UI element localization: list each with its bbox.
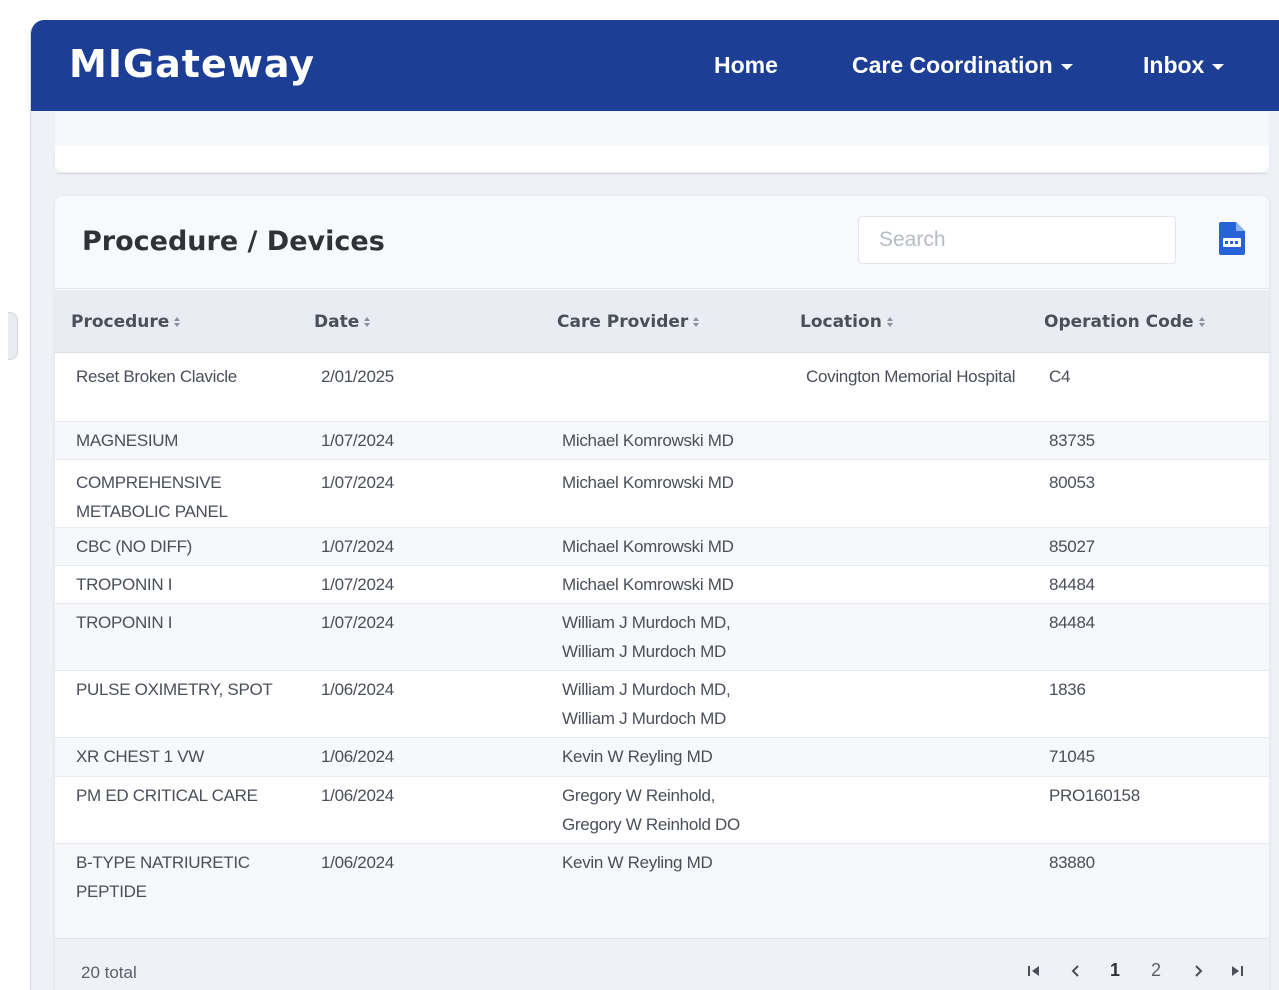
cell-code: 84484 (1049, 613, 1095, 632)
column-header-operation-code[interactable]: Operation Code (1044, 312, 1205, 332)
column-header-care-provider[interactable]: Care Provider (557, 312, 700, 332)
column-header-procedure[interactable]: Procedure (71, 312, 181, 332)
table-row[interactable]: PULSE OXIMETRY, SPOT 1/06/2024 William J… (55, 671, 1269, 738)
column-header-location[interactable]: Location (800, 312, 893, 332)
column-header-label: Operation Code (1044, 312, 1194, 332)
cell-provider: Michael Komrowski MD (562, 575, 734, 594)
page-1-button[interactable]: 1 (1110, 960, 1120, 981)
table-row[interactable]: MAGNESIUM 1/07/2024 Michael Komrowski MD… (55, 422, 1269, 460)
column-header-label: Date (314, 312, 360, 332)
cell-provider: William J Murdoch MD, William J Murdoch … (562, 680, 731, 728)
cell-location: Covington Memorial Hospital (806, 367, 1016, 386)
cell-procedure: PM ED CRITICAL CARE (76, 786, 258, 805)
cell-provider: Michael Komrowski MD (562, 431, 734, 450)
cell-provider: Kevin W Reyling MD (562, 853, 713, 872)
cell-procedure: XR CHEST 1 VW (76, 747, 205, 766)
page-title: Procedure / Devices (82, 226, 385, 257)
nav-care-coordination-label: Care Coordination (852, 52, 1053, 78)
cell-date: 1/06/2024 (321, 747, 394, 766)
column-header-date[interactable]: Date (314, 312, 371, 332)
cell-procedure: B-TYPE NATRIURETIC PEPTIDE (76, 853, 250, 901)
cell-procedure: TROPONIN I (76, 575, 173, 594)
cell-procedure: MAGNESIUM (76, 431, 179, 450)
sort-icon (886, 317, 893, 327)
cell-procedure: TROPONIN I (76, 613, 173, 632)
cell-procedure: Reset Broken Clavicle (76, 367, 237, 386)
cell-code: 1836 (1049, 680, 1086, 699)
table-row[interactable]: TROPONIN I 1/07/2024 Michael Komrowski M… (55, 566, 1269, 604)
cell-code: C4 (1049, 367, 1071, 386)
nav-care-coordination[interactable]: Care Coordination (852, 52, 1073, 79)
cell-procedure: CBC (NO DIFF) (76, 537, 193, 556)
table-footer: 20 total 1 2 (55, 938, 1269, 990)
cell-code: PRO160158 (1049, 786, 1140, 805)
cell-date: 1/06/2024 (321, 786, 394, 805)
table-row[interactable]: TROPONIN I 1/07/2024 William J Murdoch M… (55, 604, 1269, 671)
cell-code: 83735 (1049, 431, 1095, 450)
procedure-devices-card: Procedure / Devices Procedure Date Ca (55, 196, 1269, 990)
cell-date: 1/07/2024 (321, 613, 394, 632)
table-row[interactable]: PM ED CRITICAL CARE 1/06/2024 Gregory W … (55, 777, 1269, 844)
column-header-label: Location (800, 312, 882, 332)
cell-procedure: COMPREHENSIVE METABOLIC PANEL (76, 473, 228, 521)
cell-procedure: PULSE OXIMETRY, SPOT (76, 680, 273, 699)
chevron-down-icon (1060, 63, 1073, 70)
table-row[interactable]: CBC (NO DIFF) 1/07/2024 Michael Komrowsk… (55, 528, 1269, 566)
cell-provider: William J Murdoch MD, William J Murdoch … (562, 613, 731, 661)
cell-code: 85027 (1049, 537, 1095, 556)
previous-section-footer (55, 146, 1269, 172)
cell-code: 80053 (1049, 473, 1095, 492)
cell-date: 1/07/2024 (321, 473, 394, 492)
cell-code: 83880 (1049, 853, 1095, 872)
sort-icon (174, 317, 181, 327)
table-row[interactable]: B-TYPE NATRIURETIC PEPTIDE 1/06/2024 Kev… (55, 844, 1269, 938)
column-header-label: Procedure (71, 312, 170, 332)
sort-icon (364, 317, 371, 327)
column-header-label: Care Provider (557, 312, 689, 332)
page-2-button[interactable]: 2 (1151, 960, 1161, 981)
search-input[interactable] (858, 216, 1176, 264)
cell-code: 71045 (1049, 747, 1095, 766)
table-row[interactable]: Reset Broken Clavicle 2/01/2025 Covingto… (55, 354, 1269, 422)
cell-provider: Gregory W Reinhold, Gregory W Reinhold D… (562, 786, 740, 834)
table-row[interactable]: XR CHEST 1 VW 1/06/2024 Kevin W Reyling … (55, 738, 1269, 777)
cell-provider: Michael Komrowski MD (562, 537, 734, 556)
first-page-icon[interactable] (1027, 964, 1041, 978)
csv-file-icon[interactable] (1219, 222, 1245, 255)
top-navbar: MIGateway Home Care Coordination Inbox (31, 20, 1279, 111)
cell-date: 1/07/2024 (321, 575, 394, 594)
cell-date: 1/07/2024 (321, 431, 394, 450)
table-row[interactable]: COMPREHENSIVE METABOLIC PANEL 1/07/2024 … (55, 460, 1269, 528)
cell-code: 84484 (1049, 575, 1095, 594)
nav-inbox-label: Inbox (1143, 52, 1205, 78)
next-page-icon[interactable] (1191, 964, 1205, 978)
cell-provider: Michael Komrowski MD (562, 473, 734, 492)
previous-page-icon[interactable] (1069, 964, 1083, 978)
cell-provider: Kevin W Reyling MD (562, 747, 713, 766)
cell-date: 2/01/2025 (321, 367, 394, 386)
nav-home-label: Home (714, 52, 778, 78)
sort-icon (1198, 317, 1205, 327)
side-panel-tab[interactable] (8, 312, 18, 360)
cell-date: 1/07/2024 (321, 537, 394, 556)
cell-date: 1/06/2024 (321, 853, 394, 872)
app-logo[interactable]: MIGateway (69, 42, 315, 86)
chevron-down-icon (1212, 63, 1225, 70)
sort-icon (693, 317, 700, 327)
card-header: Procedure / Devices (55, 196, 1269, 289)
table-header: Procedure Date Care Provider Location Op… (55, 290, 1269, 353)
app-window: MIGateway Home Care Coordination Inbox P… (30, 20, 1279, 990)
last-page-icon[interactable] (1230, 964, 1244, 978)
cell-date: 1/06/2024 (321, 680, 394, 699)
previous-section-card (55, 112, 1269, 174)
total-count: 20 total (81, 963, 137, 982)
nav-inbox[interactable]: Inbox (1143, 52, 1225, 79)
nav-home[interactable]: Home (714, 52, 778, 79)
